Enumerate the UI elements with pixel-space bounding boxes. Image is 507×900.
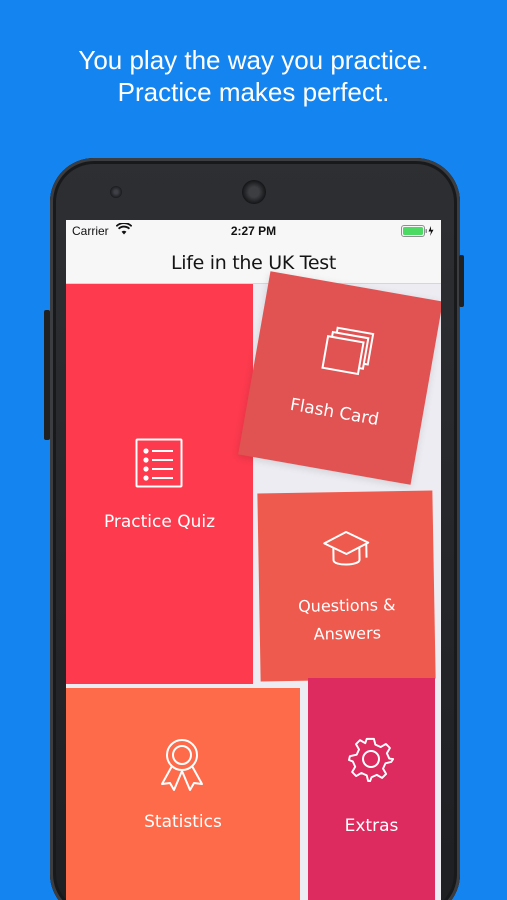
extras-tile[interactable]: Extras [308, 678, 435, 900]
flash-card-label: Flash Card [288, 394, 381, 431]
questions-answers-label-line-2: Answers [313, 623, 382, 644]
questions-answers-tile[interactable]: Questions & Answers [257, 490, 436, 682]
app-screen: Carrier 2:27 PM Life in the UK Test Prac… [66, 220, 441, 900]
cards-icon [321, 326, 375, 376]
practice-quiz-label: Practice Quiz [103, 512, 216, 532]
status-time: 2:27 PM [230, 224, 277, 238]
phone-volume-button [44, 310, 50, 440]
nav-bar: Life in the UK Test [66, 242, 441, 284]
status-bar: Carrier 2:27 PM [66, 220, 441, 242]
front-camera [110, 186, 122, 198]
tagline-line-2: Practice makes perfect. [117, 77, 390, 107]
phone-power-button [459, 255, 464, 307]
extras-label: Extras [344, 816, 399, 836]
questions-answers-label-line-1: Questions & [297, 595, 396, 616]
statistics-tile[interactable]: Statistics [66, 688, 300, 900]
battery-icon [401, 225, 434, 237]
flash-card-tile[interactable]: Flash Card [238, 271, 441, 485]
promo-tagline: You play the way you practice. Practice … [0, 44, 507, 108]
statistics-label: Statistics [144, 812, 222, 832]
page-title: Life in the UK Test [171, 252, 336, 274]
graduation-cap-icon [323, 530, 370, 566]
list-icon [135, 438, 183, 488]
questions-answers-label: Questions & Answers [259, 590, 435, 649]
award-ribbon-icon [161, 739, 203, 791]
tagline-line-1: You play the way you practice. [78, 45, 429, 75]
gear-icon [348, 737, 394, 782]
phone-speaker [242, 180, 266, 204]
practice-quiz-tile[interactable]: Practice Quiz [66, 284, 253, 684]
